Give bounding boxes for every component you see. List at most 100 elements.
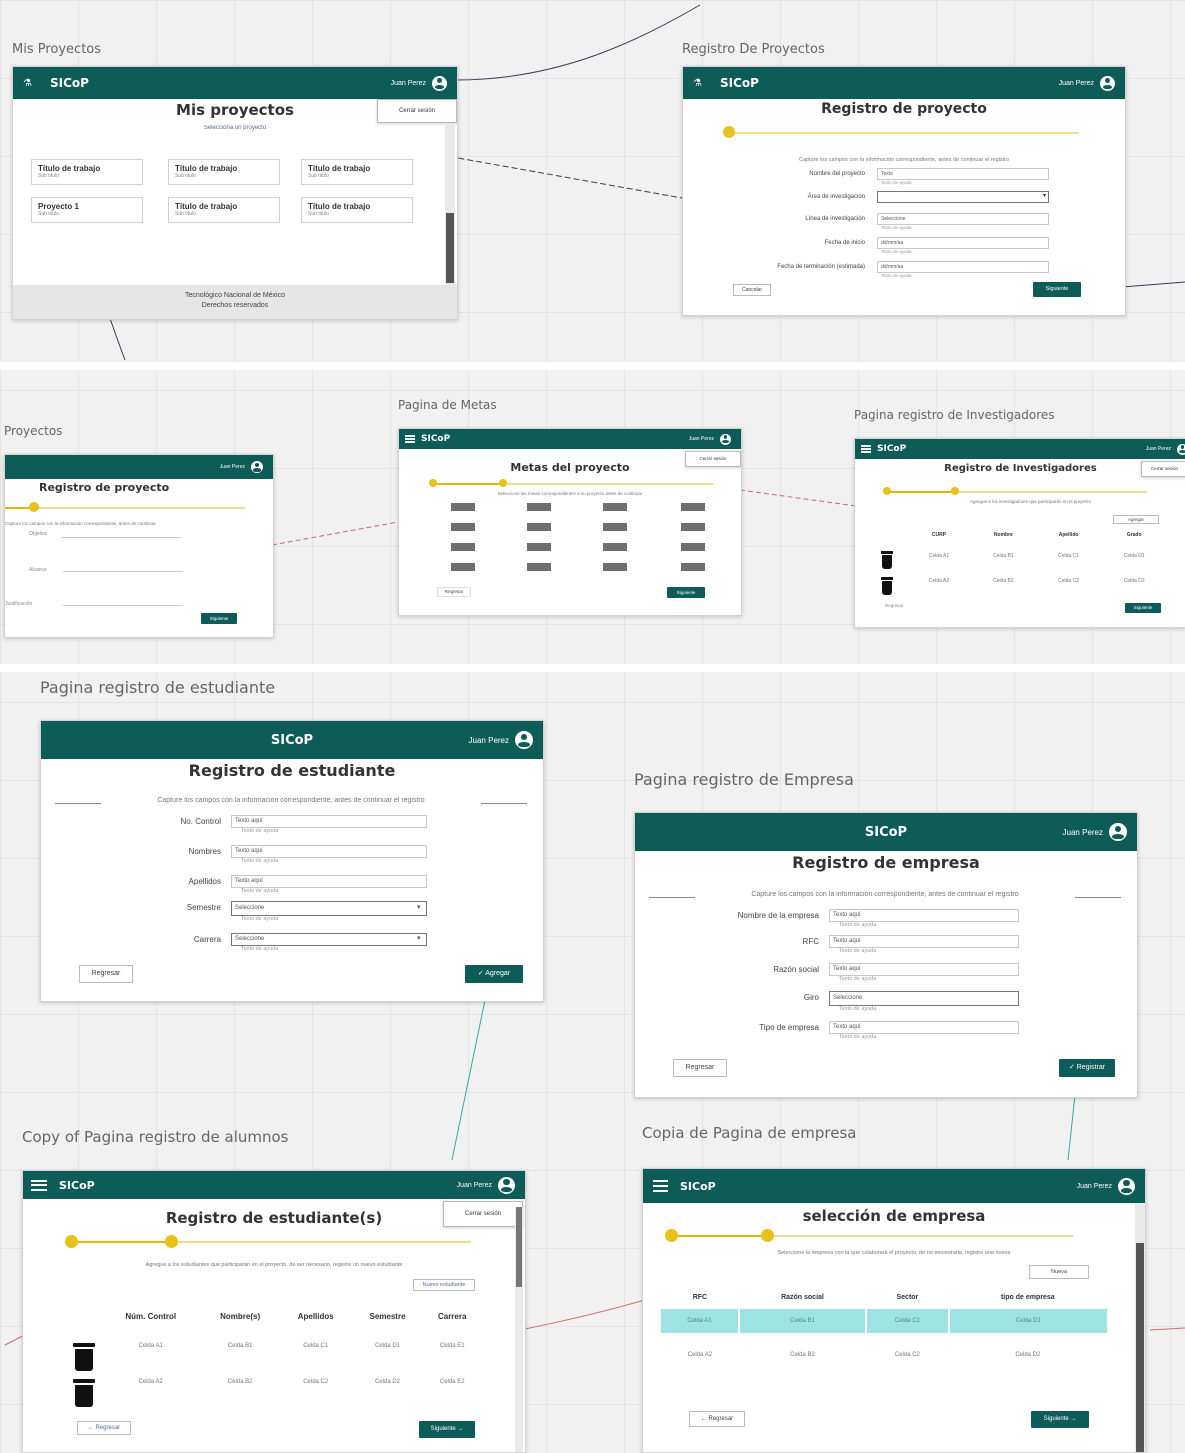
user-menu[interactable]: Juan Perez: [220, 455, 263, 479]
user-avatar-icon[interactable]: [1109, 823, 1127, 841]
back-button[interactable]: Regresar: [437, 587, 471, 597]
goal-selector[interactable]: [451, 543, 475, 551]
user-name: Juan Perez: [1145, 446, 1171, 452]
text-input[interactable]: Texto aquí: [829, 935, 1019, 948]
select-input[interactable]: Seleccione: [829, 991, 1019, 1006]
user-menu[interactable]: Juan Perez: [457, 1171, 515, 1199]
table-row[interactable]: Celda A1 Celda B1 Celda C1 Celda D1: [907, 543, 1167, 569]
table-row-selected[interactable]: Celda A1 Celda B1 Celda C1 Celda D1: [661, 1309, 1107, 1333]
user-avatar-icon[interactable]: [1100, 75, 1115, 91]
table-row[interactable]: Celda A2 Celda B2 Celda C2 Celda D2 Celda E2: [101, 1365, 481, 1399]
goal-selector[interactable]: [451, 563, 475, 571]
goal-selector[interactable]: [603, 563, 627, 571]
user-avatar-icon[interactable]: [1177, 443, 1185, 455]
goal-selector[interactable]: [527, 543, 551, 551]
goal-selector[interactable]: [681, 503, 705, 511]
user-menu[interactable]: Juan Perez: [1059, 67, 1115, 99]
goal-selector[interactable]: [681, 543, 705, 551]
back-button[interactable]: Regresar: [673, 1059, 727, 1077]
text-input[interactable]: Texto aquí: [231, 815, 427, 828]
user-menu[interactable]: Juan Perez: [1063, 813, 1127, 851]
table-row[interactable]: Celda A2 Celda B2 Celda C2 Celda D2: [661, 1333, 1107, 1377]
add-button[interactable]: ✓ Agregar: [465, 965, 523, 983]
new-company-button[interactable]: Nueva: [1029, 1265, 1089, 1279]
goal-selector[interactable]: [603, 543, 627, 551]
user-menu[interactable]: Juan Perez: [391, 67, 447, 99]
back-button[interactable]: ← Regresar: [77, 1421, 131, 1435]
back-button[interactable]: Regresar: [79, 965, 133, 983]
next-button[interactable]: Siguiente →: [419, 1421, 475, 1438]
hamburger-menu-icon[interactable]: [861, 445, 871, 453]
goal-selector[interactable]: [451, 523, 475, 531]
frame-label: Copia de Pagina de empresa: [642, 1124, 857, 1142]
user-avatar-icon[interactable]: [251, 461, 263, 473]
select-input[interactable]: [877, 191, 1049, 203]
text-input[interactable]: Texto aquí: [231, 875, 427, 888]
new-student-button[interactable]: Nuevo estudiante: [413, 1279, 475, 1291]
goal-selector[interactable]: [603, 523, 627, 531]
back-button[interactable]: Regresar: [885, 603, 904, 608]
project-card[interactable]: Título de trabajo Sub titulo: [31, 159, 143, 185]
table-row[interactable]: Celda A1 Celda B1 Celda C1 Celda D1 Celda E1: [101, 1327, 481, 1365]
date-input[interactable]: dd/mm/aa: [877, 237, 1049, 249]
next-button[interactable]: Siguiente: [201, 613, 237, 624]
goal-selector[interactable]: [681, 523, 705, 531]
project-card[interactable]: Proyecto 1 Sub titulo: [31, 197, 143, 223]
trash-icon[interactable]: [73, 1343, 95, 1371]
date-input[interactable]: dd/mm/aa: [877, 261, 1049, 273]
user-avatar-icon[interactable]: [720, 433, 731, 445]
goal-selector[interactable]: [681, 563, 705, 571]
scrollbar[interactable]: [515, 1207, 523, 1452]
goal-selector[interactable]: [451, 503, 475, 511]
user-menu[interactable]: Juan Perez: [1077, 1169, 1135, 1203]
user-menu[interactable]: Juan Perez: [1146, 439, 1185, 459]
goal-selector[interactable]: [527, 563, 551, 571]
field-input[interactable]: [63, 565, 183, 572]
next-button[interactable]: Siguiente: [1125, 603, 1161, 613]
select-input[interactable]: Seleccione: [231, 901, 427, 916]
user-avatar-icon[interactable]: [515, 731, 533, 749]
next-button[interactable]: Siguiente: [1033, 282, 1081, 297]
logout-menu-item[interactable]: Cerrar sesión: [377, 99, 457, 123]
scrollbar[interactable]: [1135, 1203, 1145, 1452]
goal-selector[interactable]: [603, 503, 627, 511]
user-menu[interactable]: Juan Perez: [469, 721, 533, 759]
progress-bar: [887, 491, 1147, 493]
goal-selector[interactable]: [527, 523, 551, 531]
goal-selector[interactable]: [527, 503, 551, 511]
project-card[interactable]: Título de trabajo Sub titulo: [168, 197, 280, 223]
hamburger-menu-icon[interactable]: [653, 1180, 668, 1192]
next-button[interactable]: Siguiente →: [1031, 1411, 1089, 1428]
text-input[interactable]: Texto aquí: [829, 963, 1019, 976]
project-card[interactable]: Título de trabajo Sub titulo: [301, 197, 413, 223]
hamburger-menu-icon[interactable]: [405, 435, 415, 443]
trash-icon[interactable]: [881, 577, 893, 595]
project-card[interactable]: Título de trabajo Sub titulo: [301, 159, 413, 185]
scrollbar-thumb[interactable]: [516, 1207, 522, 1287]
text-input[interactable]: Texto: [877, 168, 1049, 180]
user-avatar-icon[interactable]: [432, 75, 447, 91]
text-input[interactable]: Texto aquí: [829, 909, 1019, 922]
trash-icon[interactable]: [881, 551, 893, 569]
project-card[interactable]: Título de trabajo Sub titulo: [168, 159, 280, 185]
register-button[interactable]: ✓ Registrar: [1059, 1059, 1115, 1077]
back-button[interactable]: ← Regresar: [689, 1411, 745, 1427]
cancel-button[interactable]: Cancelar: [733, 284, 771, 296]
field-input[interactable]: [61, 531, 181, 538]
text-input[interactable]: Texto aquí: [231, 845, 427, 858]
next-button[interactable]: Siguiente: [667, 587, 705, 598]
add-researcher-button[interactable]: Agregar: [1113, 515, 1159, 524]
scrollbar[interactable]: [445, 125, 455, 285]
select-input[interactable]: Seleccione: [877, 213, 1049, 225]
table-row[interactable]: Celda A2 Celda B2 Celda C2 Celda D2: [907, 569, 1167, 593]
scrollbar-thumb[interactable]: [1136, 1243, 1144, 1452]
field-input[interactable]: [63, 599, 183, 606]
user-avatar-icon[interactable]: [1118, 1177, 1135, 1195]
hamburger-menu-icon[interactable]: [31, 1179, 47, 1191]
text-input[interactable]: Texto aquí: [829, 1021, 1019, 1034]
user-menu[interactable]: Juan Perez: [689, 429, 731, 449]
scrollbar-thumb[interactable]: [446, 213, 454, 283]
trash-icon[interactable]: [73, 1379, 95, 1407]
user-avatar-icon[interactable]: [498, 1176, 515, 1194]
select-input[interactable]: Seleccione: [231, 933, 427, 946]
